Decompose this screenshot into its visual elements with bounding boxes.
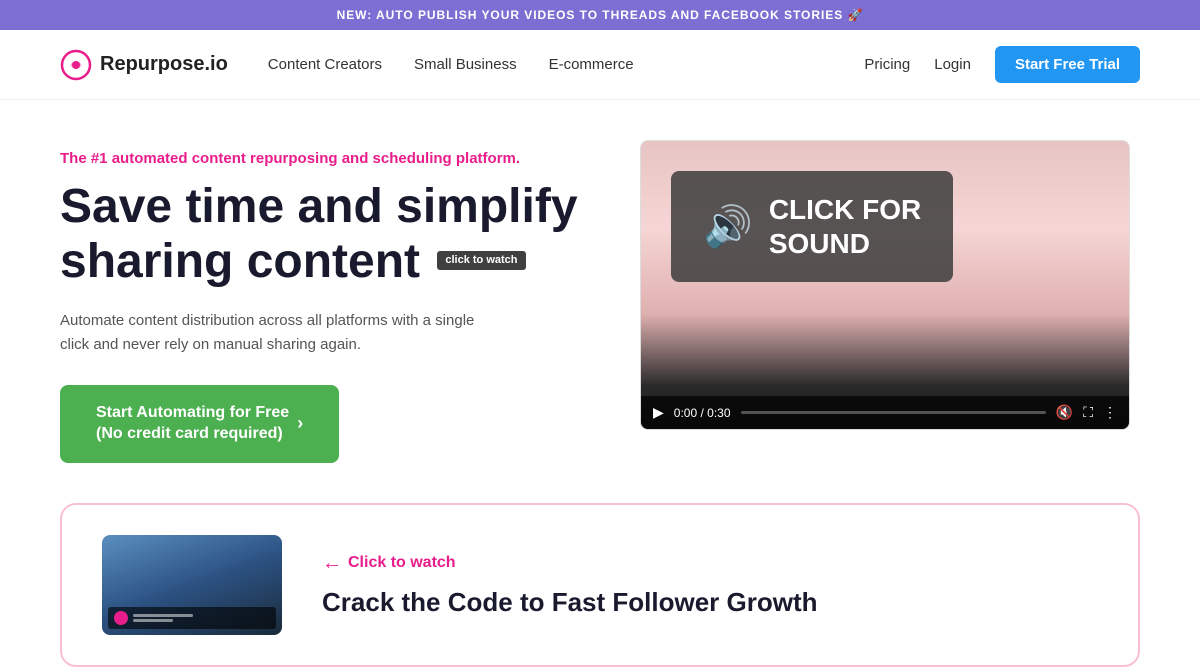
thumbnail-inner — [102, 535, 282, 635]
nav-link-content-creators[interactable]: Content Creators — [268, 56, 382, 73]
click-to-watch-link[interactable]: ← Click to watch — [322, 552, 1098, 575]
click-for-sound-overlay[interactable]: 🔊 CLICK FOR SOUND — [671, 171, 953, 282]
hero-description: Automate content distribution across all… — [60, 309, 480, 357]
arrow-left-icon: ← — [322, 552, 342, 575]
hero-right: 🔊 CLICK FOR SOUND ▶ 0:00 / 0:30 🔇 ⛶ ⋮ — [640, 140, 1140, 430]
sound-line1: CLICK FOR — [769, 194, 921, 225]
nav-right-links: Pricing Login Start Free Trial — [864, 46, 1140, 83]
cta-arrow-icon: › — [297, 412, 303, 435]
logo-text: Repurpose.io — [100, 53, 228, 76]
nav-pricing-link[interactable]: Pricing — [864, 56, 910, 73]
bottom-content: ← Click to watch Crack the Code to Fast … — [322, 552, 1098, 618]
click-for-sound-text: CLICK FOR SOUND — [769, 193, 921, 260]
click-to-watch-label: Click to watch — [348, 554, 456, 572]
video-controls: ▶ 0:00 / 0:30 🔇 ⛶ ⋮ — [641, 396, 1129, 429]
announcement-bar: NEW: AUTO PUBLISH YOUR VIDEOS TO THREADS… — [0, 0, 1200, 30]
navigation: Repurpose.io Content Creators Small Busi… — [0, 30, 1200, 100]
logo-icon — [60, 49, 92, 81]
thumb-line-1 — [133, 614, 193, 617]
tagline-before: The — [60, 150, 91, 167]
nav-link-small-business[interactable]: Small Business — [414, 56, 517, 73]
hero-title-line1: Save time and simplify — [60, 180, 578, 233]
thumbnail-avatar — [114, 611, 128, 625]
nav-login-link[interactable]: Login — [934, 56, 971, 73]
video-time: 0:00 / 0:30 — [674, 406, 731, 420]
hero-title-line2: sharing content — [60, 235, 420, 288]
cta-text: Start Automating for Free (No credit car… — [96, 403, 289, 445]
start-automating-button[interactable]: Start Automating for Free (No credit car… — [60, 385, 339, 463]
announcement-text: NEW: AUTO PUBLISH YOUR VIDEOS TO THREADS… — [337, 8, 864, 22]
start-free-trial-button[interactable]: Start Free Trial — [995, 46, 1140, 83]
bottom-section: ← Click to watch Crack the Code to Fast … — [0, 503, 1200, 667]
play-button[interactable]: ▶ — [653, 404, 664, 421]
hero-left: The #1 automated content repurposing and… — [60, 140, 580, 463]
thumbnail-bar — [108, 607, 276, 629]
tagline-after: automated content repurposing and schedu… — [108, 150, 521, 167]
hero-tagline: The #1 automated content repurposing and… — [60, 150, 580, 167]
bottom-card-title: Crack the Code to Fast Follower Growth — [322, 587, 1098, 618]
logo[interactable]: Repurpose.io — [60, 49, 228, 81]
video-control-icons: 🔇 ⛶ ⋮ — [1056, 404, 1117, 421]
click-to-watch-badge[interactable]: click to watch — [437, 251, 525, 270]
video-player[interactable]: 🔊 CLICK FOR SOUND ▶ 0:00 / 0:30 🔇 ⛶ ⋮ — [640, 140, 1130, 430]
bottom-thumbnail[interactable] — [102, 535, 282, 635]
cta-line2: (No credit card required) — [96, 425, 283, 442]
tagline-highlight: #1 — [91, 150, 108, 167]
mute-icon[interactable]: 🔇 — [1056, 404, 1073, 421]
sound-line2: SOUND — [769, 228, 870, 259]
speaker-icon: 🔊 — [703, 203, 753, 250]
nav-link-ecommerce[interactable]: E-commerce — [549, 56, 634, 73]
bottom-card: ← Click to watch Crack the Code to Fast … — [60, 503, 1140, 667]
nav-left-links: Content Creators Small Business E-commer… — [268, 56, 865, 73]
more-options-icon[interactable]: ⋮ — [1103, 404, 1117, 421]
thumbnail-text-lines — [133, 614, 193, 622]
progress-bar[interactable] — [741, 411, 1046, 414]
hero-title: Save time and simplify sharing content c… — [60, 179, 580, 289]
hero-section: The #1 automated content repurposing and… — [0, 100, 1200, 493]
cta-line1: Start Automating for Free — [96, 404, 289, 421]
thumb-line-2 — [133, 619, 173, 622]
fullscreen-icon[interactable]: ⛶ — [1083, 404, 1093, 421]
